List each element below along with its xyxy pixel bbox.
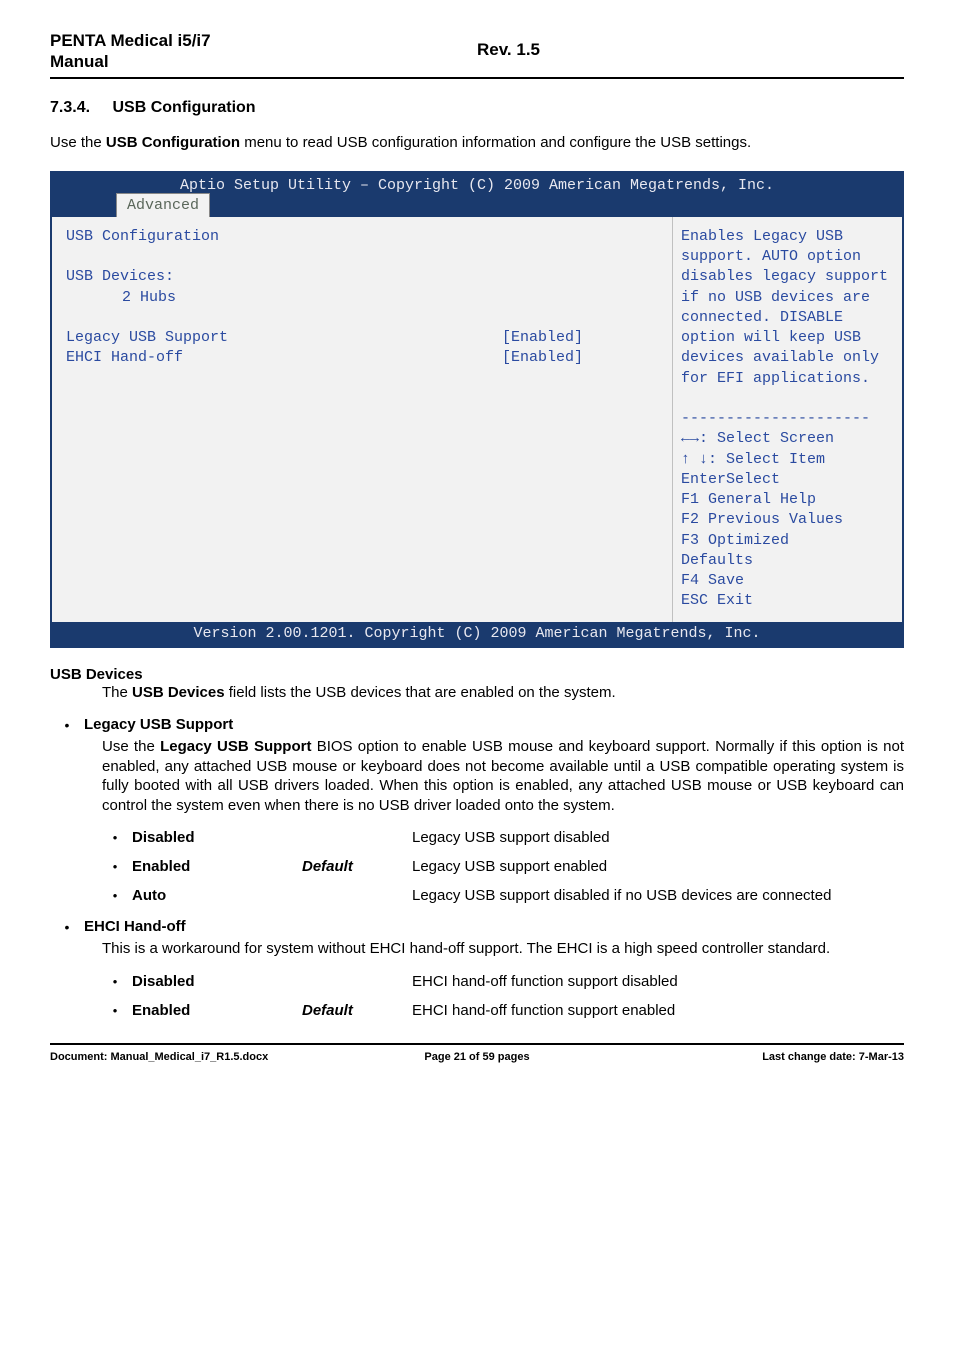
page-header: PENTA Medical i5/i7 Manual Rev. 1.5	[50, 30, 904, 79]
bios-setting-row: Legacy USB Support [Enabled]	[66, 328, 662, 348]
intro-paragraph: Use the USB Configuration menu to read U…	[50, 133, 904, 153]
bullet-icon: •	[98, 887, 132, 903]
bios-setting-value: [Enabled]	[502, 348, 662, 368]
legacy-usb-desc: Use the Legacy USB Support BIOS option t…	[102, 737, 904, 815]
bios-titlebar: Aptio Setup Utility – Copyright (C) 2009…	[52, 173, 902, 217]
option-desc: Legacy USB support disabled if no USB de…	[412, 887, 904, 904]
bullet-icon: •	[98, 973, 132, 989]
option-desc: EHCI hand-off function support enabled	[412, 1002, 904, 1019]
ehci-title: EHCI Hand-off	[84, 918, 904, 935]
bios-setting-label: EHCI Hand-off	[66, 348, 502, 368]
legacy-usb-title: Legacy USB Support	[84, 716, 904, 733]
option-name: Enabled	[132, 1002, 302, 1019]
bios-help-text: Enables Legacy USB support. AUTO option …	[681, 227, 890, 389]
section-heading: 7.3.4. USB Configuration	[50, 99, 904, 117]
option-row: • Disabled Legacy USB support disabled	[98, 829, 904, 846]
product-name-line2: Manual	[50, 51, 477, 72]
option-name: Enabled	[132, 858, 302, 875]
bios-tab-advanced: Advanced	[116, 193, 210, 217]
bios-hint: F3 Optimized	[681, 531, 890, 551]
option-row: • Auto Legacy USB support disabled if no…	[98, 887, 904, 904]
bios-left-heading: USB Configuration	[66, 227, 662, 247]
bios-setting-label: Legacy USB Support	[66, 328, 502, 348]
section-title: USB Configuration	[112, 99, 255, 116]
bios-help-separator: ---------------------	[681, 409, 890, 429]
ehci-desc: This is a workaround for system without …	[102, 939, 904, 959]
option-row: • Enabled Default Legacy USB support ena…	[98, 858, 904, 875]
bios-usb-devices-value: 2 Hubs	[66, 288, 662, 308]
bios-help-pane: Enables Legacy USB support. AUTO option …	[672, 217, 902, 622]
option-default: Default	[302, 1002, 412, 1019]
bios-footer: Version 2.00.1201. Copyright (C) 2009 Am…	[52, 622, 902, 646]
bios-hint: F4 Save	[681, 571, 890, 591]
bios-setting-value: [Enabled]	[502, 328, 662, 348]
bios-hint: Defaults	[681, 551, 890, 571]
bullet-icon: •	[98, 829, 132, 845]
option-desc: EHCI hand-off function support disabled	[412, 973, 904, 990]
option-name: Auto	[132, 887, 302, 904]
footer-document: Document: Manual_Medical_i7_R1.5.docx	[50, 1051, 335, 1063]
footer-date: Last change date: 7-Mar-13	[619, 1051, 904, 1063]
bios-screenshot: Aptio Setup Utility – Copyright (C) 2009…	[50, 171, 904, 648]
usb-devices-desc: The USB Devices field lists the USB devi…	[102, 683, 904, 703]
ehci-bullet: • EHCI Hand-off	[50, 918, 904, 935]
option-name: Disabled	[132, 973, 302, 990]
bullet-icon: •	[50, 716, 84, 733]
ehci-options-table: • Disabled EHCI hand-off function suppor…	[98, 973, 904, 1019]
bios-usb-devices-label: USB Devices:	[66, 267, 662, 287]
option-default: Default	[302, 858, 412, 875]
bios-hint: F2 Previous Values	[681, 510, 890, 530]
option-desc: Legacy USB support disabled	[412, 829, 904, 846]
option-row: • Disabled EHCI hand-off function suppor…	[98, 973, 904, 990]
usb-devices-heading: USB Devices	[50, 666, 904, 683]
option-desc: Legacy USB support enabled	[412, 858, 904, 875]
page-footer: Document: Manual_Medical_i7_R1.5.docx Pa…	[50, 1043, 904, 1063]
bios-hint: ESC Exit	[681, 591, 890, 611]
footer-page: Page 21 of 59 pages	[335, 1051, 620, 1063]
bullet-icon: •	[50, 918, 84, 935]
bios-left-pane: USB Configuration USB Devices: 2 Hubs Le…	[52, 217, 672, 622]
bios-setting-row: EHCI Hand-off [Enabled]	[66, 348, 662, 368]
bios-hint: ↑ ↓: Select Item	[681, 450, 890, 470]
bios-hint: ←→: Select Screen	[681, 429, 890, 449]
legacy-options-table: • Disabled Legacy USB support disabled •…	[98, 829, 904, 904]
bios-hint: F1 General Help	[681, 490, 890, 510]
bullet-icon: •	[98, 858, 132, 874]
product-name-line1: PENTA Medical i5/i7	[50, 30, 477, 51]
section-number: 7.3.4.	[50, 99, 90, 117]
revision: Rev. 1.5	[477, 30, 904, 73]
bullet-icon: •	[98, 1002, 132, 1018]
option-row: • Enabled Default EHCI hand-off function…	[98, 1002, 904, 1019]
bios-hint: EnterSelect	[681, 470, 890, 490]
option-name: Disabled	[132, 829, 302, 846]
legacy-usb-bullet: • Legacy USB Support	[50, 716, 904, 733]
